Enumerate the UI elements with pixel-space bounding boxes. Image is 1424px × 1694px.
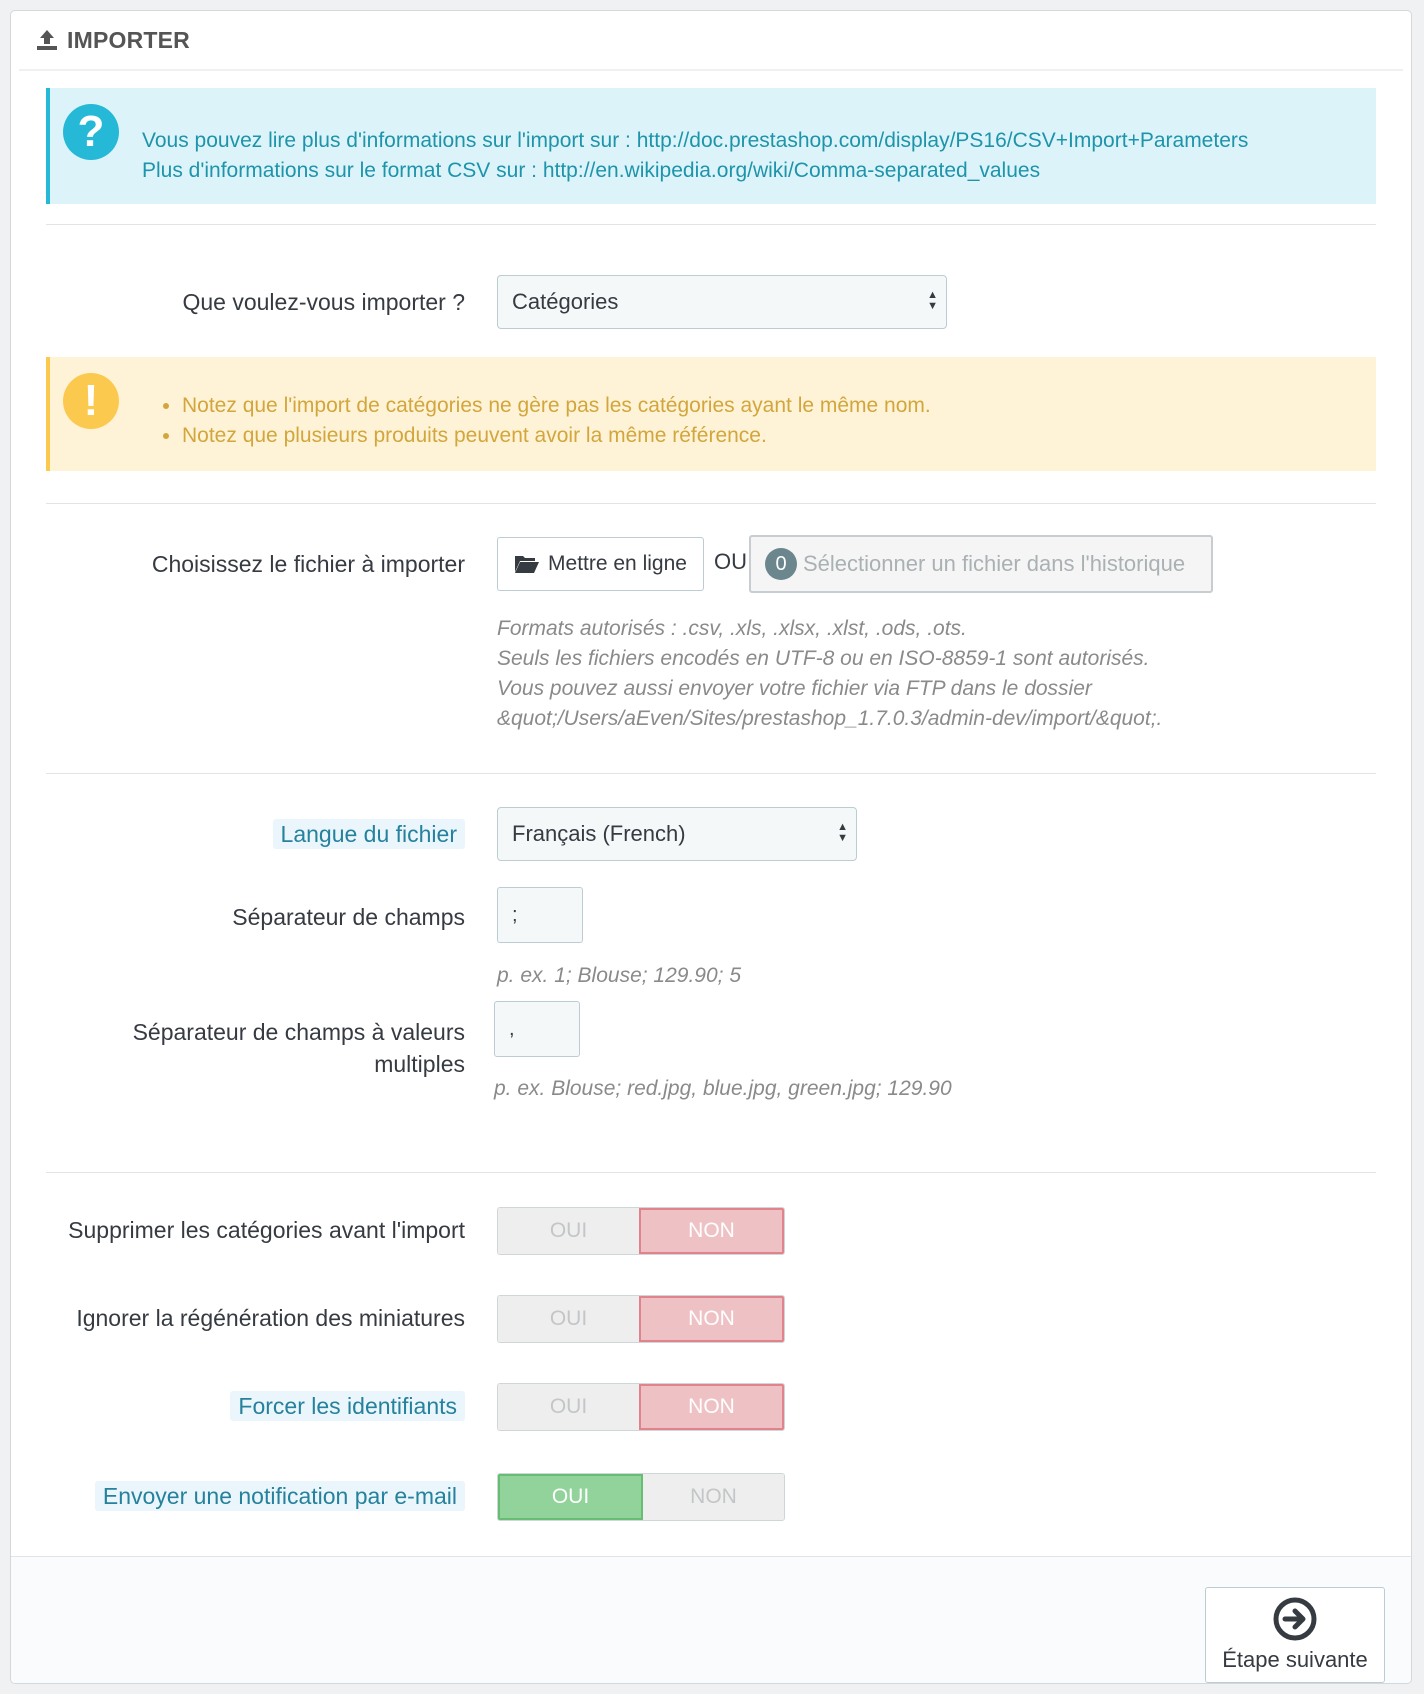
history-button-label: Sélectionner un fichier dans l'historiqu… bbox=[803, 551, 1186, 576]
file-help: Formats autorisés : .csv, .xls, .xlsx, .… bbox=[497, 614, 1162, 734]
language-value: Français (French) bbox=[512, 821, 686, 846]
select-arrows-icon: ▲ ▼ bbox=[927, 289, 938, 312]
divider bbox=[46, 773, 1376, 774]
multi-separator-label-line: multiples bbox=[374, 1051, 465, 1077]
csv-wiki-link[interactable]: http://en.wikipedia.org/wiki/Comma-separ… bbox=[543, 159, 1040, 182]
multi-separator-help: p. ex. Blouse; red.jpg, blue.jpg, green.… bbox=[494, 1077, 952, 1100]
warning-item: Notez que plusieurs produits peuvent avo… bbox=[182, 421, 1376, 451]
panel-title: IMPORTER bbox=[67, 26, 190, 53]
question-icon: ? bbox=[63, 104, 119, 160]
upload-button-label: Mettre en ligne bbox=[548, 552, 687, 575]
file-label: Choisissez le fichier à importer bbox=[151, 551, 465, 577]
file-help-line: &quot;/Users/aEven/Sites/prestashop_1.7.… bbox=[497, 707, 1163, 730]
import-type-select[interactable]: Catégories ▲ ▼ bbox=[497, 275, 947, 329]
warning-item: Notez que l'import de catégories ne gère… bbox=[182, 391, 1376, 421]
field-separator-input[interactable]: ; bbox=[497, 887, 583, 943]
info-line-1: Vous pouvez lire plus d'informations sur… bbox=[142, 126, 1376, 156]
info-line-2-text: Plus d'informations sur le format CSV su… bbox=[142, 159, 543, 182]
field-separator-value: ; bbox=[512, 903, 518, 926]
panel-footer: Étape suivante bbox=[11, 1556, 1411, 1683]
file-help-line: Formats autorisés : .csv, .xls, .xlsx, .… bbox=[497, 617, 967, 640]
email-notification-label[interactable]: Envoyer une notification par e-mail bbox=[94, 1481, 465, 1511]
next-step-button[interactable]: Étape suivante bbox=[1205, 1587, 1385, 1683]
switch-non[interactable]: NON bbox=[639, 1208, 784, 1254]
history-button[interactable]: 0 Sélectionner un fichier dans l'histori… bbox=[749, 535, 1213, 593]
warning-list: Notez que l'import de catégories ne gère… bbox=[142, 391, 1376, 451]
multi-separator-value: , bbox=[509, 1017, 515, 1040]
panel-heading: IMPORTER bbox=[19, 11, 1403, 71]
next-step-label: Étape suivante bbox=[1222, 1647, 1368, 1672]
switch-oui[interactable]: OUI bbox=[498, 1208, 639, 1254]
upload-icon bbox=[37, 30, 57, 50]
switch-oui[interactable]: OUI bbox=[498, 1384, 639, 1430]
folder-open-icon bbox=[515, 556, 540, 573]
switch-oui[interactable]: OUI bbox=[498, 1474, 643, 1520]
multi-separator-input[interactable]: , bbox=[494, 1001, 580, 1057]
info-alert: ? Vous pouvez lire plus d'informations s… bbox=[46, 88, 1376, 204]
divider bbox=[46, 1172, 1376, 1173]
divider bbox=[46, 224, 1376, 225]
switch-non[interactable]: NON bbox=[639, 1296, 784, 1342]
file-help-line: Vous pouvez aussi envoyer votre fichier … bbox=[497, 677, 1092, 700]
info-line-2: Plus d'informations sur le format CSV su… bbox=[142, 156, 1376, 186]
switch-label: Supprimer les catégories avant l'import bbox=[68, 1217, 465, 1243]
import-type-label: Que voulez-vous importer ? bbox=[182, 289, 465, 315]
warning-alert: ! Notez que l'import de catégories ne gè… bbox=[46, 357, 1376, 471]
select-arrows-icon: ▲ ▼ bbox=[837, 821, 848, 844]
exclamation-icon: ! bbox=[63, 373, 119, 429]
email-notification-switch[interactable]: OUI NON bbox=[497, 1473, 785, 1521]
switch-non[interactable]: NON bbox=[643, 1474, 784, 1520]
field-separator-help: p. ex. 1; Blouse; 129.90; 5 bbox=[497, 964, 742, 987]
doc-link[interactable]: http://doc.prestashop.com/display/PS16/C… bbox=[637, 129, 1249, 152]
skip-thumbnails-switch[interactable]: OUI NON bbox=[497, 1295, 785, 1343]
delete-categories-switch[interactable]: OUI NON bbox=[497, 1207, 785, 1255]
switch-oui[interactable]: OUI bbox=[498, 1296, 639, 1342]
upload-button[interactable]: Mettre en ligne bbox=[497, 537, 704, 591]
switch-non[interactable]: NON bbox=[639, 1384, 784, 1430]
history-count-badge: 0 bbox=[765, 548, 797, 580]
import-type-value: Catégories bbox=[512, 289, 619, 314]
language-select[interactable]: Français (French) ▲ ▼ bbox=[497, 807, 857, 861]
switch-label: Ignorer la régénération des miniatures bbox=[76, 1305, 465, 1331]
import-panel: IMPORTER ? Vous pouvez lire plus d'infor… bbox=[10, 10, 1412, 1684]
force-ids-switch[interactable]: OUI NON bbox=[497, 1383, 785, 1431]
info-line-1-text: Vous pouvez lire plus d'informations sur… bbox=[142, 129, 637, 152]
force-ids-label[interactable]: Forcer les identifiants bbox=[230, 1391, 465, 1421]
or-label: OU bbox=[714, 549, 747, 574]
field-separator-label: Séparateur de champs bbox=[232, 904, 465, 930]
multi-separator-label: Séparateur de champs à valeurs multiples bbox=[133, 1016, 465, 1080]
file-help-line: Seuls les fichiers encodés en UTF-8 ou e… bbox=[497, 647, 1150, 670]
multi-separator-label-line: Séparateur de champs à valeurs bbox=[132, 1019, 465, 1045]
divider bbox=[46, 503, 1376, 504]
arrow-right-circle-icon bbox=[1273, 1597, 1317, 1641]
language-label[interactable]: Langue du fichier bbox=[272, 819, 465, 849]
